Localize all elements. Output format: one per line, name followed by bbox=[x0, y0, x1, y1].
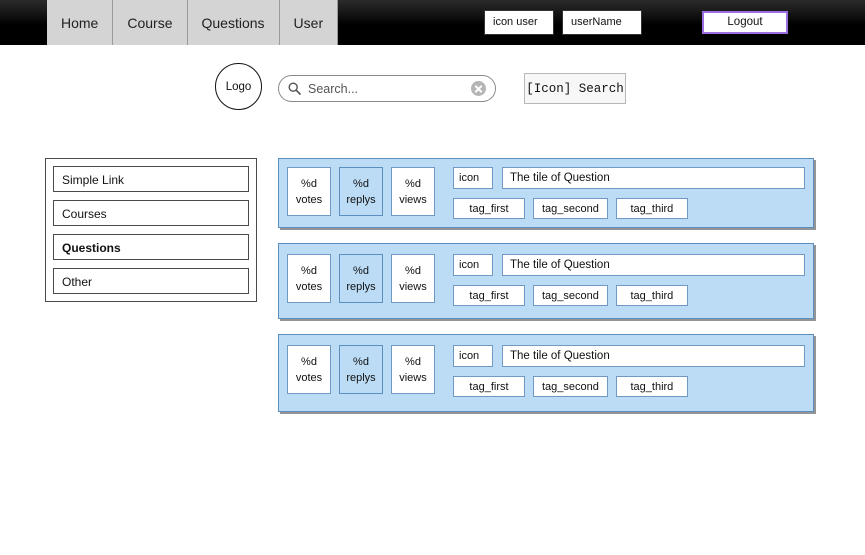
views-label: views bbox=[399, 280, 427, 293]
replys-count: %d bbox=[353, 264, 369, 277]
tag-first[interactable]: tag_first bbox=[453, 376, 525, 397]
views-label: views bbox=[399, 371, 427, 384]
logout-button[interactable]: Logout bbox=[702, 11, 788, 34]
replys-label: replys bbox=[346, 193, 376, 206]
replys-label: replys bbox=[346, 371, 376, 384]
replys-stat[interactable]: %d replys bbox=[339, 254, 383, 303]
nav-tab-questions[interactable]: Questions bbox=[188, 0, 280, 45]
question-card[interactable]: %d votes %d replys %d views icon The til… bbox=[278, 158, 814, 228]
question-icon: icon bbox=[453, 345, 493, 367]
views-count: %d bbox=[405, 177, 421, 190]
votes-stat[interactable]: %d votes bbox=[287, 345, 331, 394]
question-stats: %d votes %d replys %d views bbox=[287, 167, 443, 216]
question-title-row: icon The tile of Question bbox=[453, 345, 805, 367]
clear-search-icon[interactable] bbox=[471, 81, 486, 96]
nav-tab-home[interactable]: Home bbox=[47, 0, 114, 45]
sidebar-item-simple-link[interactable]: Simple Link bbox=[53, 166, 249, 192]
user-name-chip[interactable]: userName bbox=[562, 10, 642, 35]
votes-count: %d bbox=[301, 264, 317, 277]
sidebar-item-questions[interactable]: Questions bbox=[53, 234, 249, 260]
user-icon-chip[interactable]: icon user bbox=[484, 10, 554, 35]
votes-count: %d bbox=[301, 355, 317, 368]
replys-count: %d bbox=[353, 355, 369, 368]
sidebar-item-other[interactable]: Other bbox=[53, 268, 249, 294]
votes-label: votes bbox=[295, 193, 323, 206]
votes-count: %d bbox=[301, 177, 317, 190]
logo[interactable]: Logo bbox=[215, 63, 262, 110]
search-input[interactable] bbox=[308, 81, 471, 96]
views-label: views bbox=[399, 193, 427, 206]
question-card[interactable]: %d votes %d replys %d views icon The til… bbox=[278, 334, 814, 412]
tag-third[interactable]: tag_third bbox=[615, 198, 688, 219]
sidebar: Simple Link Courses Questions Other bbox=[45, 158, 257, 302]
question-title-row: icon The tile of Question bbox=[453, 254, 805, 276]
search-button[interactable]: [Icon] Search bbox=[524, 73, 626, 104]
tag-first[interactable]: tag_first bbox=[453, 198, 525, 219]
question-body: icon The tile of Question tag_first tag_… bbox=[453, 345, 805, 397]
replys-count: %d bbox=[353, 177, 369, 190]
nav-tab-group: Home Course Questions User bbox=[47, 0, 339, 45]
question-list: %d votes %d replys %d views icon The til… bbox=[278, 158, 814, 427]
tag-third[interactable]: tag_third bbox=[615, 376, 688, 397]
views-count: %d bbox=[405, 355, 421, 368]
replys-stat[interactable]: %d replys bbox=[339, 167, 383, 216]
tag-first[interactable]: tag_first bbox=[453, 285, 525, 306]
search-icon bbox=[288, 82, 301, 95]
question-icon: icon bbox=[453, 167, 493, 189]
question-tags: tag_first tag_second tag_third bbox=[453, 285, 805, 306]
votes-label: votes bbox=[295, 280, 323, 293]
search-box[interactable] bbox=[278, 75, 496, 102]
question-title[interactable]: The tile of Question bbox=[502, 167, 805, 189]
tag-second[interactable]: tag_second bbox=[533, 198, 608, 219]
question-title[interactable]: The tile of Question bbox=[502, 254, 805, 276]
question-tags: tag_first tag_second tag_third bbox=[453, 198, 805, 219]
question-stats: %d votes %d replys %d views bbox=[287, 345, 443, 394]
question-title-row: icon The tile of Question bbox=[453, 167, 805, 189]
votes-stat[interactable]: %d votes bbox=[287, 167, 331, 216]
replys-stat[interactable]: %d replys bbox=[339, 345, 383, 394]
question-title[interactable]: The tile of Question bbox=[502, 345, 805, 367]
top-navigation-bar: Home Course Questions User icon user use… bbox=[0, 0, 865, 45]
question-tags: tag_first tag_second tag_third bbox=[453, 376, 805, 397]
question-stats: %d votes %d replys %d views bbox=[287, 254, 443, 303]
views-count: %d bbox=[405, 264, 421, 277]
sidebar-item-courses[interactable]: Courses bbox=[53, 200, 249, 226]
replys-label: replys bbox=[346, 280, 376, 293]
tag-second[interactable]: tag_second bbox=[533, 376, 608, 397]
question-body: icon The tile of Question tag_first tag_… bbox=[453, 167, 805, 219]
views-stat[interactable]: %d views bbox=[391, 345, 435, 394]
votes-stat[interactable]: %d votes bbox=[287, 254, 331, 303]
question-card[interactable]: %d votes %d replys %d views icon The til… bbox=[278, 243, 814, 319]
tag-second[interactable]: tag_second bbox=[533, 285, 608, 306]
tag-third[interactable]: tag_third bbox=[615, 285, 688, 306]
views-stat[interactable]: %d views bbox=[391, 167, 435, 216]
views-stat[interactable]: %d views bbox=[391, 254, 435, 303]
nav-tab-course[interactable]: Course bbox=[113, 0, 188, 45]
question-icon: icon bbox=[453, 254, 493, 276]
question-body: icon The tile of Question tag_first tag_… bbox=[453, 254, 805, 306]
nav-tab-user[interactable]: User bbox=[280, 0, 338, 45]
votes-label: votes bbox=[295, 371, 323, 384]
nav-user-area: icon user userName Logout bbox=[484, 0, 865, 45]
